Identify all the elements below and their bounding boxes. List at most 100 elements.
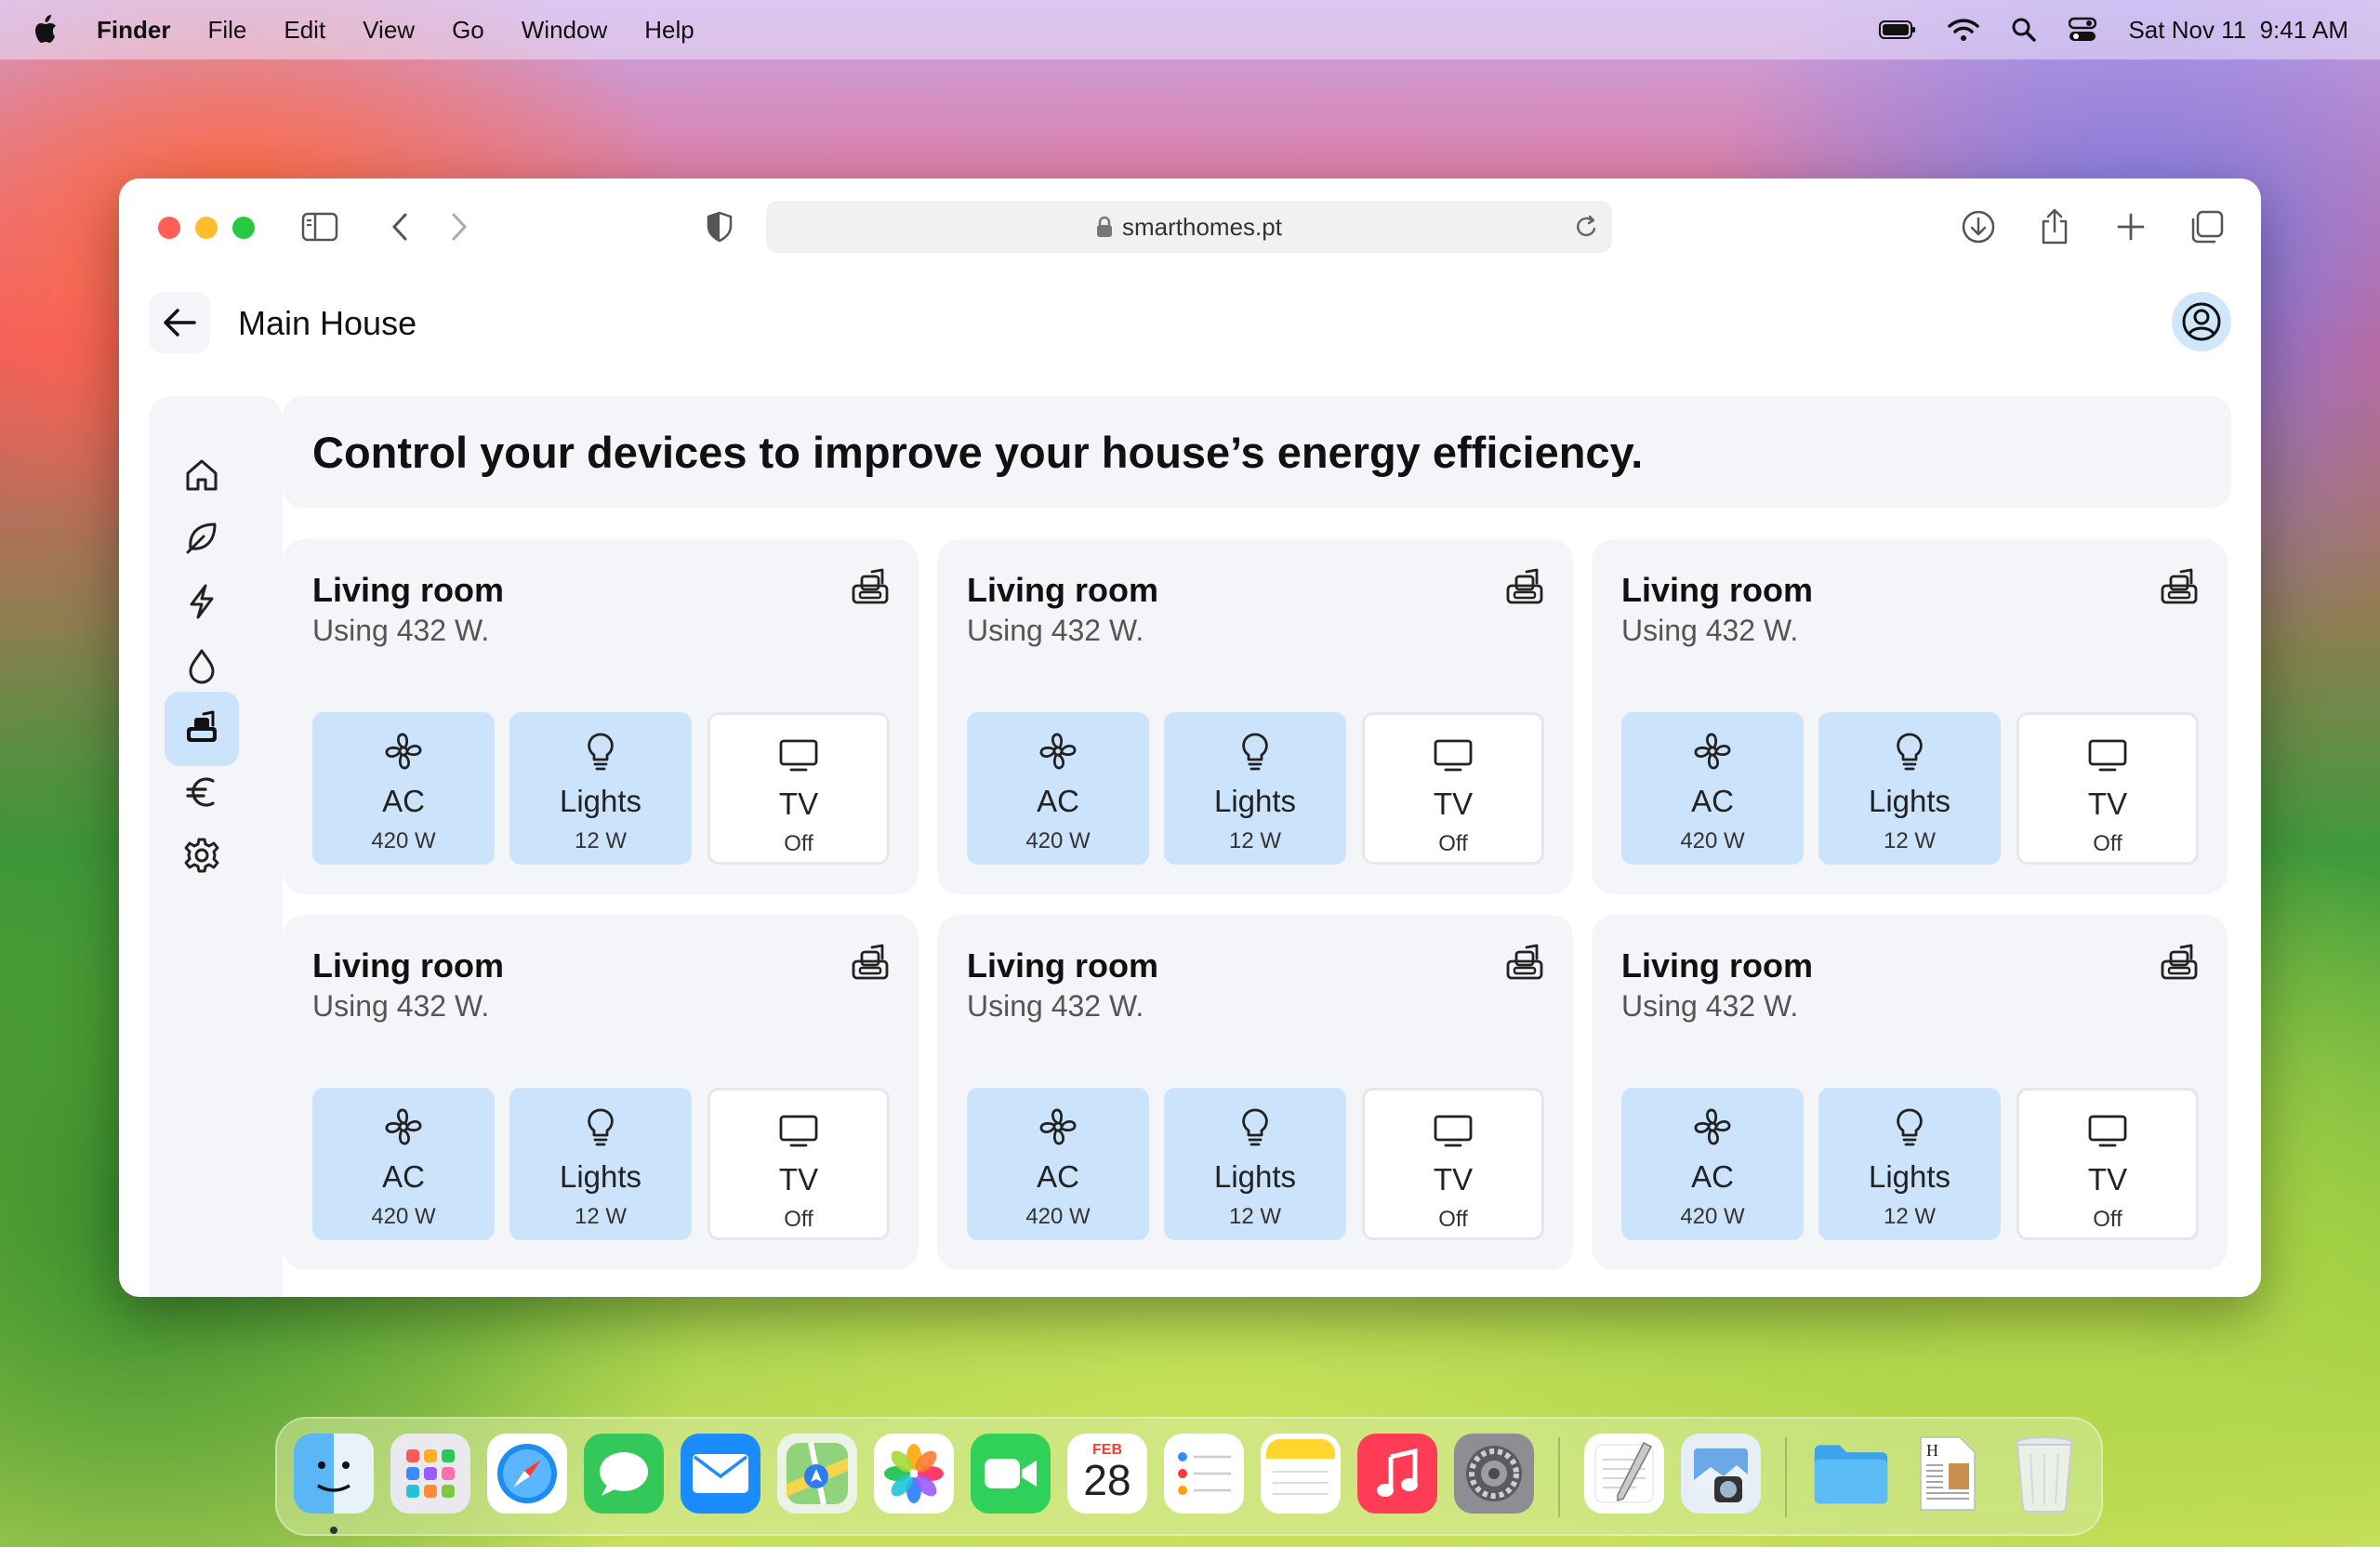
zoom-window-button[interactable]	[232, 217, 255, 239]
mail-app-icon[interactable]	[681, 1434, 760, 1514]
menu-file[interactable]: File	[207, 16, 246, 45]
device-toggle-ac[interactable]: AC 420 W	[1621, 1088, 1804, 1240]
device-toggle-tv[interactable]: TV Off	[1362, 1088, 1544, 1240]
room-usage: Using 432 W.	[967, 989, 1144, 1023]
device-toggle-lights[interactable]: Lights 12 W	[1164, 1088, 1346, 1240]
maps-app-icon[interactable]	[777, 1434, 857, 1514]
reload-icon[interactable]	[1575, 214, 1599, 246]
device-name: Lights	[1213, 784, 1297, 818]
device-name: Lights	[1868, 784, 1951, 818]
device-toggle-tv[interactable]: TV Off	[2016, 1088, 2199, 1240]
notes-app-icon[interactable]	[1261, 1434, 1341, 1514]
music-app-icon[interactable]	[1357, 1434, 1437, 1514]
fan-icon	[383, 731, 424, 776]
device-power: 12 W	[574, 828, 627, 853]
room-card[interactable]: Living room Using 432 W. AC 420 W Lights…	[283, 915, 919, 1270]
device-toggle-tv[interactable]: TV Off	[707, 712, 890, 865]
device-toggle-ac[interactable]: AC 420 W	[1621, 712, 1804, 865]
device-toggle-lights[interactable]: Lights 12 W	[1818, 712, 2001, 865]
tv-icon	[1433, 1109, 1474, 1155]
sidebar-item-energy[interactable]	[165, 564, 239, 639]
sidebar-item-eco[interactable]	[165, 500, 239, 575]
room-card[interactable]: Living room Using 432 W. AC 420 W Lights…	[937, 915, 1573, 1270]
textedit-app-icon[interactable]	[1584, 1434, 1664, 1514]
photos-app-icon[interactable]	[874, 1434, 954, 1514]
device-power: 420 W	[1025, 828, 1091, 853]
reminders-app-icon[interactable]	[1164, 1434, 1244, 1514]
menu-finder[interactable]: Finder	[97, 16, 170, 45]
device-toggle-lights[interactable]: Lights 12 W	[509, 1088, 692, 1240]
device-name: TV	[2087, 787, 2128, 821]
forward-nav-icon[interactable]	[439, 206, 480, 247]
device-toggle-lights[interactable]: Lights 12 W	[1818, 1088, 2001, 1240]
back-nav-icon[interactable]	[379, 206, 420, 247]
device-toggle-ac[interactable]: AC 420 W	[967, 712, 1149, 865]
device-toggle-tv[interactable]: TV Off	[707, 1088, 890, 1240]
address-bar[interactable]: smarthomes.pt	[766, 201, 1612, 253]
share-icon[interactable]	[2034, 206, 2075, 247]
room-title: Living room	[967, 946, 1158, 985]
room-icon	[187, 710, 217, 742]
launchpad-app-icon[interactable]	[390, 1434, 470, 1514]
device-name: Lights	[1213, 1159, 1297, 1194]
room-card[interactable]: Living room Using 432 W. AC 420 W Lights…	[283, 539, 919, 894]
room-usage: Using 432 W.	[312, 989, 490, 1023]
new-tab-icon[interactable]	[2110, 206, 2151, 247]
device-toggle-lights[interactable]: Lights 12 W	[509, 712, 692, 865]
device-toggle-ac[interactable]: AC 420 W	[312, 712, 495, 865]
menu-view[interactable]: View	[363, 16, 415, 45]
device-power: 420 W	[371, 1204, 436, 1229]
wifi-icon[interactable]	[1948, 18, 1980, 42]
safari-app-icon[interactable]	[487, 1434, 567, 1514]
calendar-app-icon[interactable]: FEB 28	[1067, 1434, 1147, 1514]
room-card[interactable]: Living room Using 432 W. AC 420 W Lights…	[1592, 915, 2228, 1270]
menu-go[interactable]: Go	[452, 16, 484, 45]
document-app-icon[interactable]: H	[1908, 1434, 1988, 1514]
fan-icon	[1038, 1106, 1078, 1152]
menu-window[interactable]: Window	[522, 16, 607, 45]
menu-help[interactable]: Help	[644, 16, 694, 45]
messages-app-icon[interactable]	[584, 1434, 664, 1514]
finder-running-indicator	[330, 1527, 337, 1534]
privacy-shield-icon[interactable]	[699, 206, 740, 247]
battery-icon[interactable]	[1879, 20, 1916, 40]
room-card[interactable]: Living room Using 432 W. AC 420 W Lights…	[1592, 539, 2228, 894]
tv-icon	[778, 1109, 819, 1155]
device-toggle-tv[interactable]: TV Off	[1362, 712, 1544, 865]
back-button[interactable]	[149, 292, 210, 353]
efficiency-banner: Control your devices to improve your hou…	[283, 396, 2231, 508]
sidebar-item-settings[interactable]	[165, 818, 239, 892]
tab-overview-icon[interactable]	[2187, 206, 2228, 247]
device-power: 420 W	[371, 828, 436, 853]
user-account-button[interactable]	[2172, 292, 2231, 351]
device-toggle-ac[interactable]: AC 420 W	[967, 1088, 1149, 1240]
browser-window: smarthomes.pt Main House Control your de…	[119, 178, 2261, 1297]
device-toggle-ac[interactable]: AC 420 W	[312, 1088, 495, 1240]
sidebar-toggle-icon[interactable]	[299, 206, 340, 247]
finder-app-icon[interactable]	[294, 1434, 374, 1514]
room-icon	[1504, 567, 1545, 613]
menu-edit[interactable]: Edit	[284, 16, 325, 45]
minimize-window-button[interactable]	[195, 217, 218, 239]
control-center-icon[interactable]	[2069, 17, 2097, 43]
device-name: AC	[1037, 784, 1079, 818]
room-card[interactable]: Living room Using 432 W. AC 420 W Lights…	[937, 539, 1573, 894]
fan-icon	[1692, 731, 1733, 776]
device-toggle-tv[interactable]: TV Off	[2016, 712, 2199, 865]
facetime-app-icon[interactable]	[971, 1434, 1051, 1514]
room-icon	[2159, 567, 2200, 613]
spotlight-search-icon[interactable]	[2011, 17, 2037, 43]
trash-app-icon[interactable]	[2004, 1434, 2084, 1514]
device-name: TV	[2087, 1162, 2128, 1197]
folder-app-icon[interactable]	[1811, 1434, 1891, 1514]
downloads-icon[interactable]	[1958, 206, 1999, 247]
menu-clock[interactable]: Sat Nov 11 9:41 AM	[2128, 16, 2348, 45]
dock: FEB 28 H	[275, 1417, 2103, 1536]
preview-app-icon[interactable]	[1681, 1434, 1761, 1514]
device-toggle-lights[interactable]: Lights 12 W	[1164, 712, 1346, 865]
close-window-button[interactable]	[158, 217, 180, 239]
system-settings-app-icon[interactable]	[1454, 1434, 1534, 1514]
url-text: smarthomes.pt	[1122, 212, 1282, 241]
device-power: Off	[784, 831, 813, 856]
apple-menu-icon[interactable]	[32, 14, 58, 46]
